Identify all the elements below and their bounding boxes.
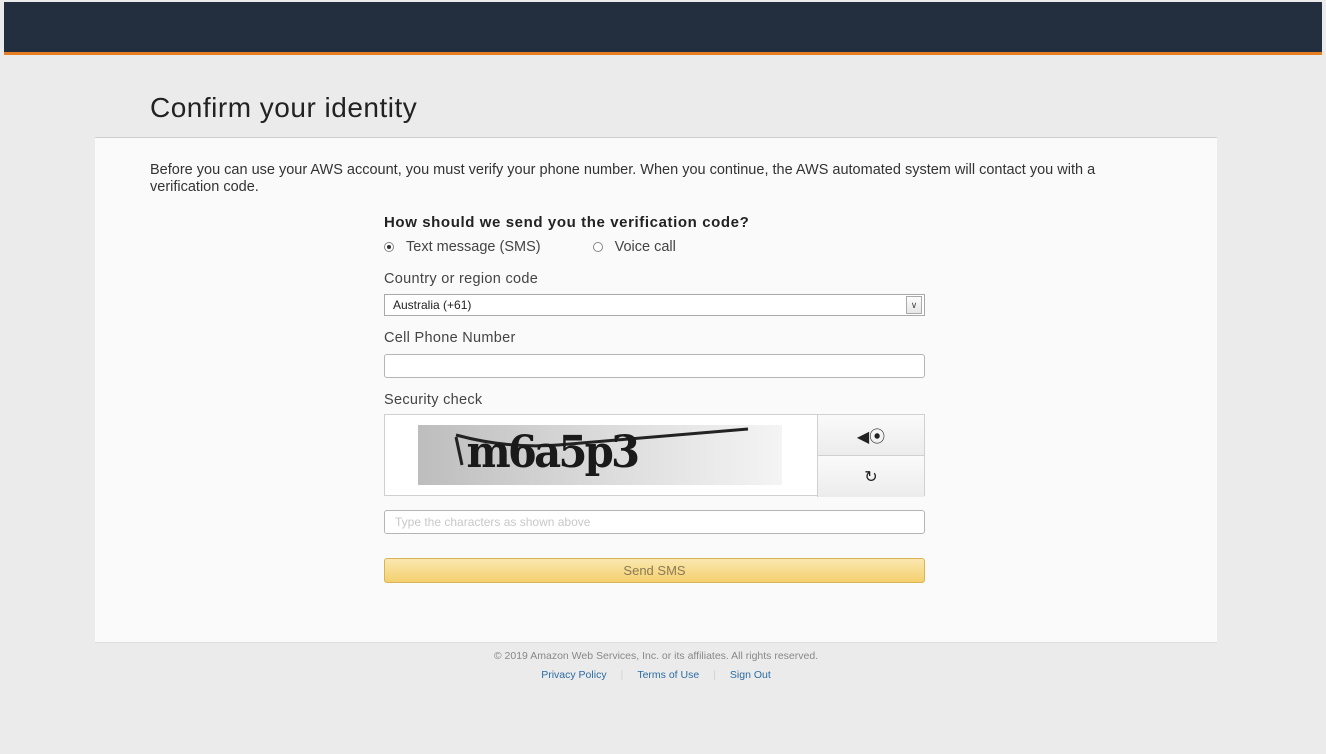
phone-number-label: Cell Phone Number bbox=[384, 330, 516, 346]
page: Confirm your identity Before you can use… bbox=[0, 0, 1326, 754]
country-code-value: Australia (+61) bbox=[393, 298, 472, 312]
speaker-icon: ◀︎⦿ bbox=[856, 429, 886, 446]
phone-number-input[interactable] bbox=[384, 354, 925, 378]
verification-method-question: How should we send you the verification … bbox=[384, 214, 750, 231]
top-navigation-bar bbox=[4, 2, 1322, 55]
refresh-icon: ↻ bbox=[864, 468, 878, 486]
footer-divider: | bbox=[620, 669, 624, 681]
terms-of-use-link[interactable]: Terms of Use bbox=[637, 669, 699, 681]
copyright-text: © 2019 Amazon Web Services, Inc. or its … bbox=[493, 650, 819, 662]
send-sms-button[interactable]: Send SMS bbox=[384, 558, 925, 583]
captcha-text: m6a5p3 bbox=[466, 427, 640, 478]
footer-divider: | bbox=[713, 669, 716, 681]
radio-sms-label: Text message (SMS) bbox=[406, 239, 541, 255]
captcha-container: m6a5p3 ◀︎⦿ ↻ bbox=[384, 414, 925, 497]
page-title: Confirm your identity bbox=[150, 92, 418, 123]
captcha-input[interactable] bbox=[384, 510, 925, 534]
privacy-policy-link[interactable]: Privacy Policy bbox=[541, 669, 606, 681]
chevron-down-icon[interactable]: ∨ bbox=[906, 296, 922, 314]
verification-form: How should we send you the verification … bbox=[384, 214, 927, 583]
footer-links: Privacy Policy | Terms of Use | Sign Out bbox=[95, 669, 1217, 681]
captcha-refresh-button[interactable]: ↻ bbox=[817, 456, 924, 497]
radio-voice-call-indicator[interactable] bbox=[592, 242, 603, 252]
intro-text: Before you can use your AWS account, you… bbox=[150, 162, 1096, 195]
footer: © 2019 Amazon Web Services, Inc. or its … bbox=[95, 650, 1217, 681]
captcha-audio-button[interactable]: ◀︎⦿ bbox=[817, 415, 924, 456]
country-code-label: Country or region code bbox=[384, 271, 539, 287]
captcha-image: m6a5p3 bbox=[418, 425, 782, 485]
radio-sms-indicator[interactable] bbox=[384, 242, 394, 252]
radio-voice-call[interactable]: Voice call bbox=[592, 239, 676, 255]
security-check-label: Security check bbox=[384, 392, 483, 408]
verification-card: Before you can use your AWS account, you… bbox=[95, 137, 1217, 642]
sign-out-link[interactable]: Sign Out bbox=[730, 669, 771, 681]
radio-sms[interactable]: Text message (SMS) bbox=[384, 239, 541, 255]
radio-voice-call-label: Voice call bbox=[614, 239, 676, 255]
verification-method-group: Text message (SMS) Voice call bbox=[384, 237, 927, 257]
country-code-select[interactable]: Australia (+61) ∨ bbox=[384, 294, 925, 316]
